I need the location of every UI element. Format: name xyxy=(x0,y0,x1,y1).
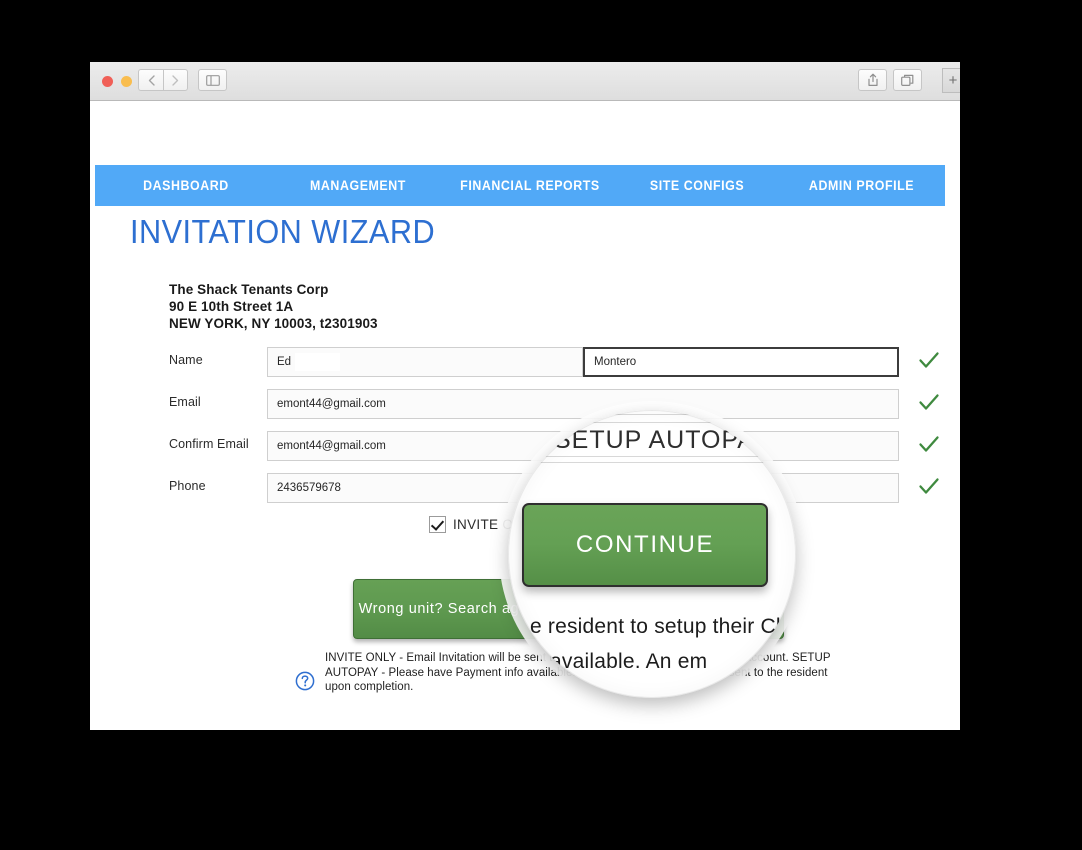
chevron-right-icon xyxy=(172,74,179,86)
close-window-button[interactable] xyxy=(102,76,113,87)
check-icon-name xyxy=(919,352,939,368)
magnified-field-edge-top2 xyxy=(508,422,796,423)
plus-icon: + xyxy=(948,72,958,89)
nav-item-dashboard[interactable]: DASHBOARD xyxy=(107,178,265,193)
check-icon-phone xyxy=(919,478,939,494)
label-name: Name xyxy=(169,353,203,367)
nav-item-management[interactable]: MANAGEMENT xyxy=(279,178,437,193)
check-icon-email xyxy=(919,394,939,410)
magnified-help-line-1: e resident to setup their Click xyxy=(530,615,796,638)
sidebar-toggle-icon[interactable] xyxy=(198,69,227,91)
magnifier-lens: SETUP AUTOPAY CONTINUE e resident to set… xyxy=(508,410,796,698)
minimize-window-button[interactable] xyxy=(121,76,132,87)
form-row-name: Name xyxy=(169,347,939,377)
magnified-help-line-2: available. An em xyxy=(550,650,708,673)
magnified-continue-button[interactable]: CONTINUE xyxy=(522,503,768,587)
label-phone: Phone xyxy=(169,479,206,493)
share-icon[interactable] xyxy=(858,69,887,91)
check-icon-confirm-email xyxy=(919,436,939,452)
magnifier-content: SETUP AUTOPAY CONTINUE e resident to set… xyxy=(508,410,796,698)
property-address-block: The Shack Tenants Corp 90 E 10th Street … xyxy=(169,281,378,332)
nav-item-site-configs[interactable]: SITE CONFIGS xyxy=(622,178,771,193)
label-email: Email xyxy=(169,395,201,409)
tabs-overview-icon xyxy=(901,74,914,86)
property-name: The Shack Tenants Corp xyxy=(169,282,329,297)
main-navigation: DASHBOARD MANAGEMENT FINANCIAL REPORTS S… xyxy=(95,165,945,206)
label-confirm-email: Confirm Email xyxy=(169,437,249,451)
share-upload-icon xyxy=(867,73,878,86)
back-icon[interactable] xyxy=(138,69,163,91)
chevron-left-icon xyxy=(148,74,155,86)
last-name-input[interactable] xyxy=(583,347,899,377)
magnified-setup-autopay-label: SETUP AUTOPAY xyxy=(554,426,771,454)
nav-item-admin-profile[interactable]: ADMIN PROFILE xyxy=(785,178,939,193)
new-tab-button[interactable]: + xyxy=(942,68,960,93)
magnified-field-edge-top xyxy=(508,414,796,415)
question-circle-icon[interactable] xyxy=(295,671,315,691)
first-name-input[interactable] xyxy=(267,347,583,377)
page-title: INVITATION WIZARD xyxy=(130,213,436,250)
forward-icon[interactable] xyxy=(163,69,188,91)
show-tabs-icon[interactable] xyxy=(893,69,922,91)
magnified-field-edge-bottom2 xyxy=(508,462,796,463)
sidebar-icon xyxy=(205,74,220,86)
checkbox-invite-only-box[interactable] xyxy=(429,516,446,533)
nav-item-financial-reports[interactable]: FINANCIAL REPORTS xyxy=(451,178,609,193)
property-street: 90 E 10th Street 1A xyxy=(169,299,294,314)
browser-title-bar: + xyxy=(90,62,960,101)
magnified-field-edge-bottom xyxy=(508,456,796,457)
property-city-line: NEW YORK, NY 10003, t2301903 xyxy=(169,316,378,331)
